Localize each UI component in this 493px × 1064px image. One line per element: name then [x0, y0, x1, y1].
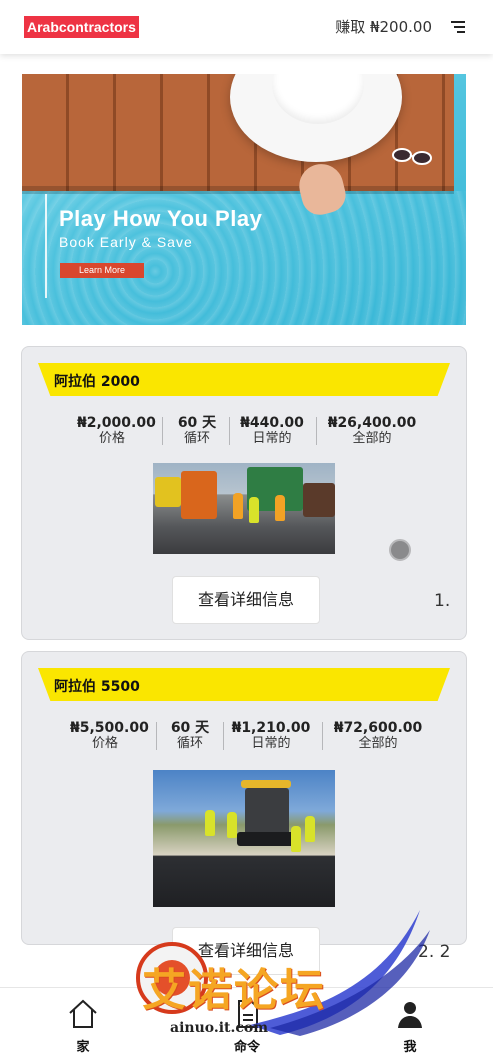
cycle-label: 循环 [176, 736, 203, 751]
banner-divider [45, 194, 47, 298]
cycle-value: 60 天 [170, 720, 210, 736]
stat-divider [223, 722, 224, 750]
price-label: 价格 [98, 431, 125, 446]
total-value: ₦26,400.00 [327, 415, 417, 431]
plan-card: 阿拉伯 2000 ₦2,000.00 价格 60 天 循环 ₦440.00 日常… [21, 346, 467, 640]
cycle-label: 循环 [183, 431, 210, 446]
view-details-button[interactable]: 查看详细信息 [172, 576, 320, 624]
nav-label-home: 家 [76, 1040, 90, 1055]
watermark-url: ainuo.it.com [170, 1020, 269, 1036]
total-label: 全部的 [358, 736, 398, 751]
brand-logo[interactable]: Arabcontractors [24, 16, 139, 38]
price-value: ₦5,500.00 [70, 720, 149, 736]
stat-divider [162, 417, 163, 445]
daily-stat: ₦1,210.00 日常的 [231, 720, 311, 751]
total-value: ₦72,600.00 [333, 720, 423, 736]
nav-item-me[interactable]: 我 [370, 998, 450, 1055]
watermark-text: 艾诺论坛 [142, 965, 326, 1016]
nav-item-home[interactable]: 家 [43, 998, 123, 1055]
daily-value: ₦440.00 [240, 415, 304, 431]
sunglasses-icon [392, 148, 432, 165]
price-stat: ₦5,500.00 价格 [70, 720, 149, 751]
promo-banner[interactable]: Play How You Play Book Early & Save Lear… [22, 74, 466, 325]
total-stat: ₦26,400.00 全部的 [324, 415, 420, 446]
plan-tag: 阿拉伯 5500 [38, 668, 450, 701]
plan-card: 阿拉伯 5500 ₦5,500.00 价格 60 天 循环 ₦1,210.00 … [21, 651, 468, 975]
plan-index: 2. 2 [418, 942, 451, 962]
plan-index: 1. [434, 591, 451, 611]
price-value: ₦2,000.00 [77, 415, 156, 431]
home-icon [69, 999, 97, 1028]
learn-more-button[interactable]: Learn More [60, 263, 144, 278]
total-label: 全部的 [352, 431, 392, 446]
nav-label-orders: 命令 [233, 1040, 260, 1055]
earn-balance: 赚取 ₦200.00 [335, 18, 432, 36]
price-stat: ₦2,000.00 价格 [77, 415, 156, 446]
banner-subtitle: Book Early & Save [59, 234, 193, 250]
app-header: Arabcontractors 赚取 ₦200.00 [0, 0, 493, 54]
menu-icon[interactable] [451, 20, 465, 34]
floating-dot[interactable] [389, 539, 411, 561]
plan-name: 阿拉伯 2000 [54, 374, 140, 390]
user-icon [398, 1002, 422, 1028]
plan-tag: 阿拉伯 2000 [38, 363, 450, 396]
nav-label-me: 我 [403, 1040, 417, 1055]
plan-stats: ₦5,500.00 价格 60 天 循环 ₦1,210.00 日常的 ₦72,6… [22, 716, 468, 754]
banner-title: Play How You Play [59, 206, 263, 231]
plan-photo [153, 463, 335, 554]
cycle-stat: 60 天 循环 [163, 720, 217, 751]
plan-name: 阿拉伯 5500 [54, 679, 140, 695]
stat-divider [156, 722, 157, 750]
stat-divider [316, 417, 317, 445]
plan-photo [153, 770, 335, 907]
daily-stat: ₦440.00 日常的 [237, 415, 307, 446]
price-label: 价格 [91, 736, 118, 751]
daily-label: 日常的 [252, 431, 292, 446]
cycle-value: 60 天 [177, 415, 217, 431]
stat-divider [229, 417, 230, 445]
total-stat: ₦72,600.00 全部的 [330, 720, 426, 751]
daily-value: ₦1,210.00 [231, 720, 311, 736]
plan-stats: ₦2,000.00 价格 60 天 循环 ₦440.00 日常的 ₦26,400… [22, 411, 468, 449]
cycle-stat: 60 天 循环 [170, 415, 224, 446]
stat-divider [322, 722, 323, 750]
daily-label: 日常的 [251, 736, 291, 751]
